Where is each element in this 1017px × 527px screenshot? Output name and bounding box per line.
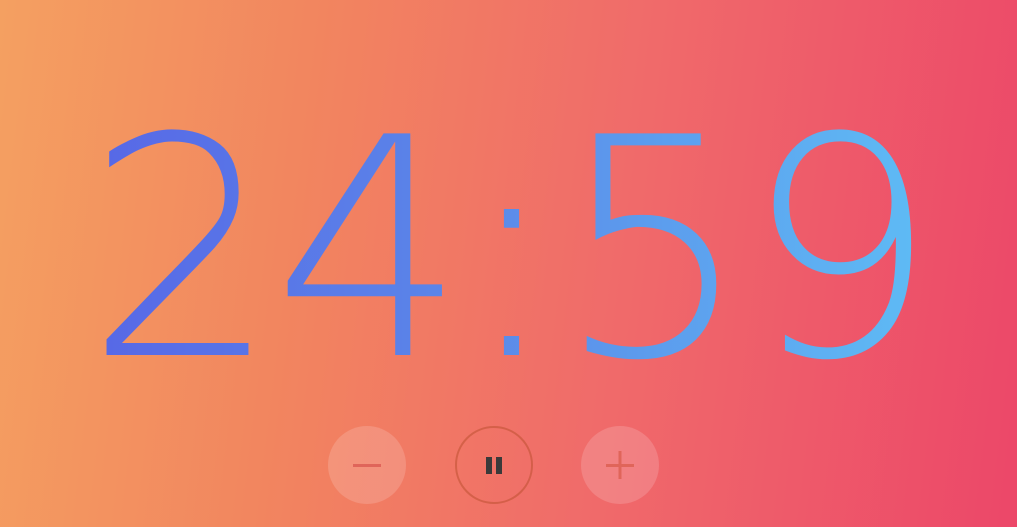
increase-time-button[interactable] [581, 426, 659, 504]
timer-display: 24:59 [0, 98, 1017, 402]
pause-button[interactable] [455, 426, 533, 504]
decrease-time-button[interactable] [328, 426, 406, 504]
pause-icon [486, 457, 502, 474]
plus-icon [606, 451, 634, 479]
timer-controls [0, 426, 1017, 506]
minus-icon [353, 464, 381, 467]
